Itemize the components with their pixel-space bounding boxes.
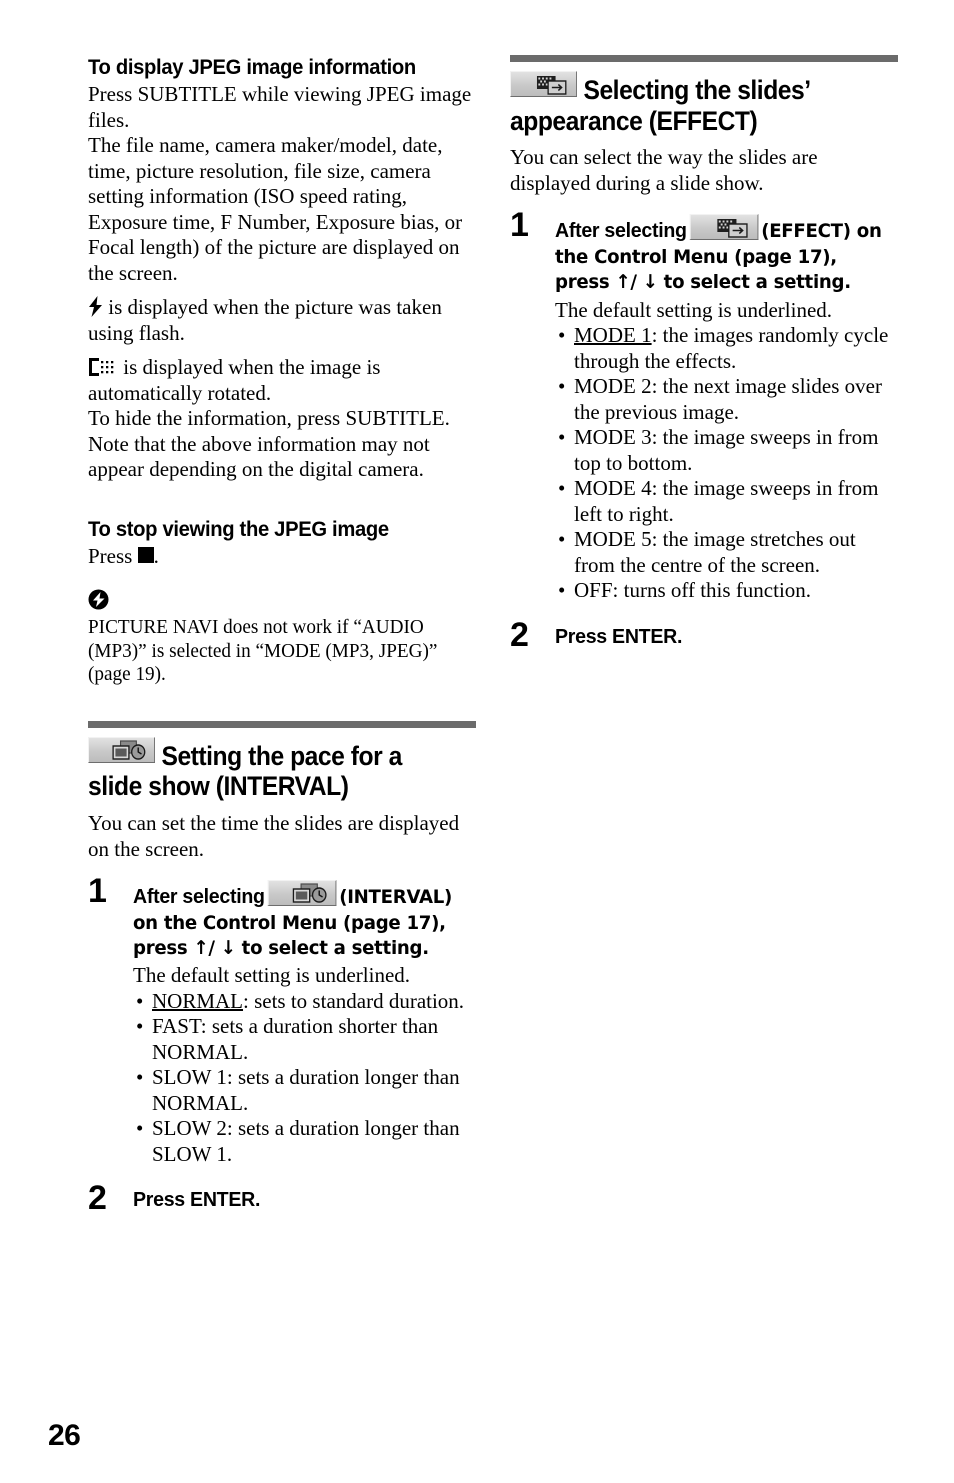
interval-step-1: 1 After selecting (INTERVAL) on the Cont… [88,874,476,1168]
stop-viewing-heading: To stop viewing the JPEG image [88,516,389,541]
interval-step-1-title: After selecting (INTERVAL) on the Contro… [133,880,461,960]
interval-step-2-number: 2 [88,1179,107,1218]
jpeg-info-paragraph-3: To hide the information, press SUBTITLE.… [88,406,450,482]
effect-step-1-title: After selecting (EFFECT) on the Control … [555,214,883,294]
effect-step-1-body: The default setting is underlined. [555,297,833,322]
option-item: MODE 4: the image sweeps in from left to… [555,476,898,527]
flash-info-line: is displayed when the picture was taken … [88,295,476,346]
auto-rotate-info-line: is displayed when the image is automatic… [88,355,476,406]
option-name: FAST [152,1014,201,1039]
interval-step-2: 2 Press ENTER. [88,1181,476,1215]
option-name: MODE 5 [574,527,652,552]
interval-step-1-title-before: After selecting [133,885,265,909]
manual-page: To display JPEG image information Press … [0,0,954,1483]
interval-section-title: Setting the pace for a slide show (INTER… [88,736,449,802]
effect-section-title: Selecting the slides’ appearance (EFFECT… [510,71,871,136]
stop-square-icon [137,546,154,563]
interval-menu-icon-inline [267,880,337,907]
effect-intro: You can select the way the slides are di… [510,145,818,195]
effect-step-2-number: 2 [510,615,529,654]
option-name: NORMAL [152,988,244,1013]
press-label: Press [88,543,133,568]
option-name: MODE 1 [574,323,652,348]
page-number: 26 [48,1419,81,1452]
option-name: OFF [574,578,613,603]
option-name: MODE 4 [574,476,652,501]
jpeg-info-paragraph-2: The file name, camera maker/model, date,… [88,133,463,285]
note-icon [88,589,109,610]
effect-menu-icon [510,71,577,97]
option-name: SLOW 2 [152,1116,227,1141]
left-column: To display JPEG image information Press … [88,55,476,1215]
option-item: FAST: sets a duration shorter than NORMA… [133,1014,476,1065]
option-description: : turns off this function. [612,578,812,603]
option-item: OFF: turns off this function. [555,578,898,604]
right-column: Selecting the slides’ appearance (EFFECT… [510,55,898,652]
effect-options-list: MODE 1: the images randomly cycle throug… [555,323,898,604]
effect-step-1-number: 1 [510,206,529,245]
interval-options-list: NORMAL: sets to standard duration.FAST: … [133,989,476,1168]
stop-viewing-instruction: Press . [88,544,476,570]
option-description: : sets to standard duration. [243,988,465,1013]
auto-rotate-icon [88,357,118,377]
section-rule-interval [88,720,476,728]
interval-intro: You can set the time the slides are disp… [88,811,460,861]
note-text: PICTURE NAVI does not work if “AUDIO (MP… [88,617,438,686]
interval-title-line1: Setting the pace for a [161,740,402,771]
flash-icon [88,296,103,318]
effect-step-2: 2 Press ENTER. [510,618,898,652]
interval-step-1-number: 1 [88,872,107,911]
auto-rotate-info-text: is displayed when the image is automatic… [88,355,381,405]
jpeg-info-heading: To display JPEG image information [88,55,416,79]
note-marker [88,589,476,615]
press-period: . [153,543,159,568]
interval-menu-icon [88,736,155,763]
option-name: MODE 3 [574,425,652,450]
effect-step-1: 1 After selecting (EFFECT) on the Contro… [510,208,898,604]
option-item: MODE 2: the next image slides over the p… [555,374,898,425]
flash-info-text: is displayed when the picture was taken … [88,295,442,345]
option-item: SLOW 1: sets a duration longer than NORM… [133,1065,476,1116]
effect-menu-icon-inline [689,214,759,241]
section-rule-effect [510,55,898,62]
option-item: MODE 3: the image sweeps in from top to … [555,425,898,476]
option-item: NORMAL: sets to standard duration. [133,989,476,1015]
option-item: MODE 5: the image stretches out from the… [555,527,898,578]
effect-title-line1: Selecting the slides’ [583,75,811,105]
effect-title-line2: appearance (EFFECT) [510,105,758,136]
option-name: MODE 2 [574,374,652,399]
option-item: MODE 1: the images randomly cycle throug… [555,323,898,374]
effect-step-1-title-before: After selecting [555,219,687,243]
jpeg-info-paragraph-1: Press SUBTITLE while viewing JPEG image … [88,82,472,132]
option-name: SLOW 1 [152,1065,227,1090]
effect-step-2-title: Press ENTER. [555,624,683,648]
interval-title-line2: slide show (INTERVAL) [88,771,349,802]
interval-step-2-title: Press ENTER. [133,1188,261,1212]
interval-step-1-body: The default setting is underlined. [133,963,411,988]
option-item: SLOW 2: sets a duration longer than SLOW… [133,1116,476,1167]
